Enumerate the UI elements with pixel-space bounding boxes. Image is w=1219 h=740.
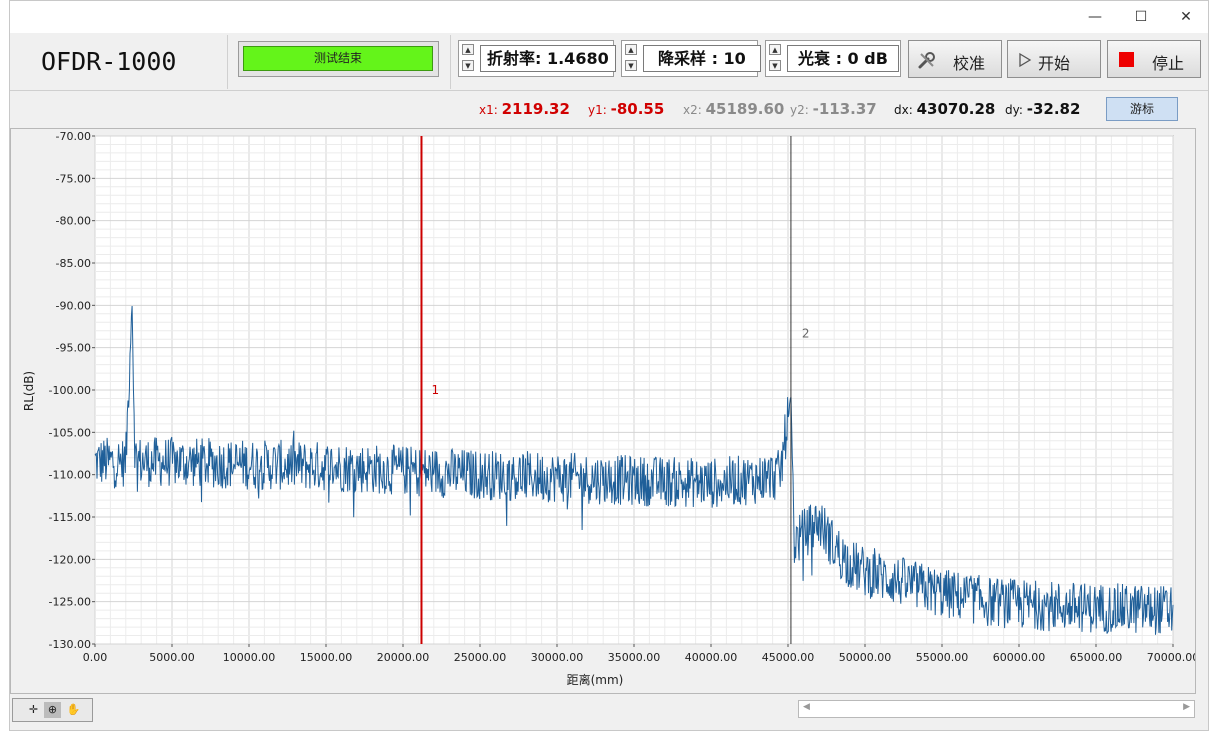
play-icon xyxy=(1019,52,1032,68)
zoom-icon[interactable]: ⊕ xyxy=(44,702,61,718)
dy-label: dy: xyxy=(1005,103,1023,117)
y2-label: y2: xyxy=(790,103,809,117)
x-tick-label: 45000.00 xyxy=(762,651,815,664)
divider xyxy=(227,35,228,89)
y1-value: -80.55 xyxy=(610,100,665,118)
increment-icon[interactable]: ▲ xyxy=(462,44,474,55)
y-tick-label: -125.00 xyxy=(49,596,91,609)
spinner[interactable]: ▲ ▼ xyxy=(769,44,783,73)
close-icon[interactable]: ✕ xyxy=(1164,5,1208,29)
y1-label: y1: xyxy=(588,103,607,117)
calibrate-label: 校准 xyxy=(953,54,986,73)
y-tick-label: -120.00 xyxy=(49,553,91,566)
y-tick-label: -95.00 xyxy=(56,342,91,355)
x-tick-label: 15000.00 xyxy=(300,651,353,664)
decrement-icon[interactable]: ▼ xyxy=(625,60,637,71)
x-tick-label: 20000.00 xyxy=(377,651,430,664)
plot-frame: -70.00 -75.00 -80.00 -85.00 -90.00 -95.00 -100… xyxy=(10,128,1196,694)
x-tick-label: 35000.00 xyxy=(608,651,661,664)
cursor-dy-readout: dy: -32.82 xyxy=(1005,100,1080,118)
y-tick-label: -80.00 xyxy=(56,215,91,228)
stop-button[interactable]: 停止 xyxy=(1107,40,1201,78)
horizontal-scrollbar[interactable]: ◀ ▶ xyxy=(798,700,1195,718)
attenuation-value[interactable]: 光衰 : 0 dB xyxy=(787,45,899,72)
maximize-icon[interactable]: ☐ xyxy=(1119,5,1163,29)
spinner[interactable]: ▲ ▼ xyxy=(625,44,639,73)
cursor-y1-readout: y1: -80.55 xyxy=(588,100,664,118)
crosshair-icon[interactable]: ✛ xyxy=(25,702,42,718)
x-tick-label: 30000.00 xyxy=(531,651,584,664)
x1-value: 2119.32 xyxy=(501,100,570,118)
cursor-x1-readout: x1: 2119.32 xyxy=(479,100,570,118)
start-label: 开始 xyxy=(1038,54,1071,73)
refractive-index-value[interactable]: 折射率: 1.4680 xyxy=(480,45,616,72)
y2-value: -113.37 xyxy=(812,100,877,118)
x-axis-ticks: 0.00 5000.00 10000.00 15000.00 20000.00 25000… xyxy=(83,644,1195,664)
app-title: OFDR-1000 xyxy=(41,47,177,76)
stop-icon xyxy=(1119,52,1134,67)
grid xyxy=(94,135,1174,645)
dx-label: dx: xyxy=(894,103,913,117)
divider xyxy=(450,35,451,89)
pan-hand-icon[interactable]: ✋ xyxy=(65,702,82,718)
x-tick-label: 0.00 xyxy=(83,651,108,664)
x1-label: x1: xyxy=(479,103,498,117)
cursor-x2-readout: x2: 45189.60 xyxy=(683,100,784,118)
x-tick-label: 50000.00 xyxy=(839,651,892,664)
downsample-control[interactable]: ▲ ▼ 降采样 : 10 xyxy=(621,40,761,77)
increment-icon[interactable]: ▲ xyxy=(769,44,781,55)
attenuation-control[interactable]: ▲ ▼ 光衰 : 0 dB xyxy=(765,40,901,77)
y-tick-label: -85.00 xyxy=(56,257,91,270)
scroll-right-icon[interactable]: ▶ xyxy=(1183,702,1190,712)
increment-icon[interactable]: ▲ xyxy=(625,44,637,55)
y-tick-label: -130.00 xyxy=(49,638,91,651)
dx-value: 43070.28 xyxy=(916,100,996,118)
spinner[interactable]: ▲ ▼ xyxy=(462,44,476,73)
title-bar: — ☐ ✕ xyxy=(10,1,1208,33)
cursor-2-label: 2 xyxy=(802,327,810,341)
x-tick-label: 55000.00 xyxy=(916,651,969,664)
wrench-icon xyxy=(918,52,935,69)
cursor-dx-readout: dx: 43070.28 xyxy=(894,100,995,118)
status-indicator: 测试结束 xyxy=(243,46,433,71)
x-tick-label: 70000.00 xyxy=(1147,651,1195,664)
cursor-y2-readout: y2: -113.37 xyxy=(790,100,877,118)
x-tick-label: 60000.00 xyxy=(993,651,1046,664)
y-tick-label: -105.00 xyxy=(49,426,91,439)
downsample-value[interactable]: 降采样 : 10 xyxy=(643,45,761,72)
y-tick-label: -75.00 xyxy=(56,172,91,185)
decrement-icon[interactable]: ▼ xyxy=(462,60,474,71)
scroll-left-icon[interactable]: ◀ xyxy=(803,702,810,712)
cursor-button[interactable]: 游标 xyxy=(1106,97,1178,121)
y-tick-label: -100.00 xyxy=(49,384,91,397)
x-tick-label: 10000.00 xyxy=(223,651,276,664)
cursor-1-label: 1 xyxy=(431,383,439,397)
start-button[interactable]: 开始 xyxy=(1007,40,1101,78)
graph-tools-palette: ✛ ⊕ ✋ xyxy=(12,698,93,722)
y-tick-label: -70.00 xyxy=(56,130,91,143)
calibrate-button[interactable]: 校准 xyxy=(908,40,1002,78)
x-axis-label: 距离(mm) xyxy=(567,672,624,687)
stop-label: 停止 xyxy=(1152,54,1185,73)
x-tick-label: 5000.00 xyxy=(149,651,195,664)
refractive-index-control[interactable]: ▲ ▼ 折射率: 1.4680 xyxy=(458,40,616,77)
y-tick-label: -115.00 xyxy=(49,511,91,524)
minimize-icon[interactable]: — xyxy=(1073,5,1117,29)
x-tick-label: 65000.00 xyxy=(1070,651,1123,664)
y-tick-label: -90.00 xyxy=(56,299,91,312)
y-axis-ticks: -70.00 -75.00 -80.00 -85.00 -90.00 -95.00 -100… xyxy=(49,130,95,651)
dy-value: -32.82 xyxy=(1026,100,1081,118)
decrement-icon[interactable]: ▼ xyxy=(769,60,781,71)
x2-label: x2: xyxy=(683,103,702,117)
y-tick-label: -110.00 xyxy=(49,469,91,482)
y-axis-label: RL(dB) xyxy=(22,371,36,411)
x-tick-label: 40000.00 xyxy=(685,651,738,664)
x2-value: 45189.60 xyxy=(705,100,785,118)
x-tick-label: 25000.00 xyxy=(454,651,507,664)
rl-chart[interactable]: -70.00 -75.00 -80.00 -85.00 -90.00 -95.00 -100… xyxy=(11,129,1195,693)
